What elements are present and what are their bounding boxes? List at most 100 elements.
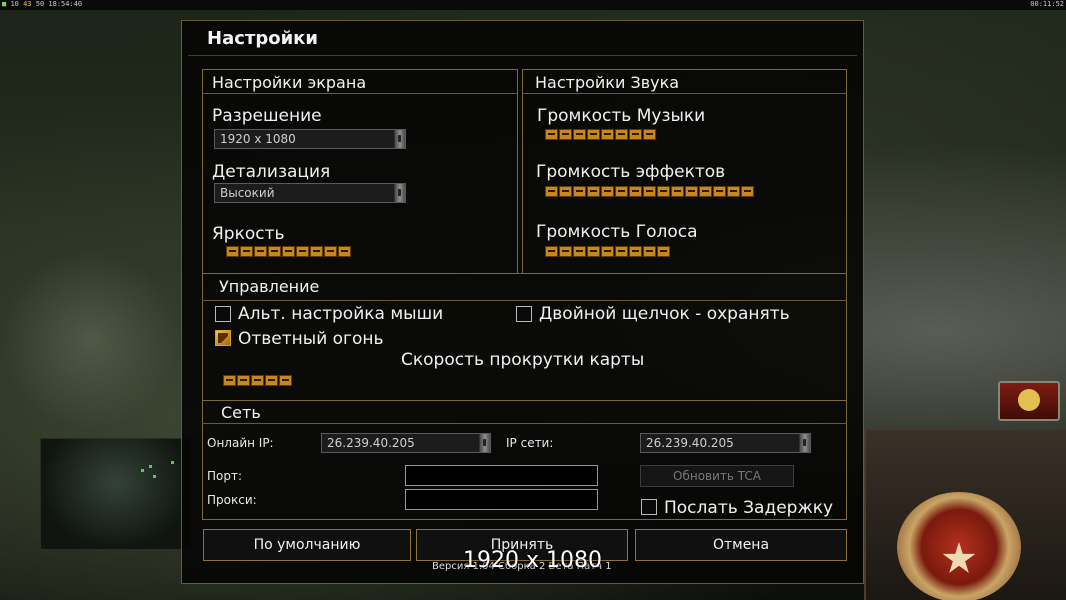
slider-segment[interactable]	[671, 186, 684, 197]
slider-segment[interactable]	[254, 246, 267, 257]
resolution-dropdown[interactable]: 1920 x 1080	[214, 129, 406, 149]
slider-segment[interactable]	[559, 246, 572, 257]
dropdown-arrow-icon[interactable]	[394, 130, 405, 148]
slider-segment[interactable]	[545, 186, 558, 197]
group-divider	[202, 423, 847, 424]
minimap-unit	[153, 475, 156, 478]
online-ip-label: Онлайн IP:	[207, 436, 274, 450]
slider-segment[interactable]	[237, 375, 250, 386]
terrain-haze	[0, 250, 180, 430]
scroll-speed-slider[interactable]	[223, 375, 292, 386]
lan-ip-value: 26.239.40.205	[646, 436, 734, 450]
return-fire-label: Ответный огонь	[238, 329, 384, 349]
minimap-unit	[149, 465, 152, 468]
slider-segment[interactable]	[685, 186, 698, 197]
send-delay-checkbox[interactable]	[641, 499, 657, 515]
send-delay-label: Послать Задержку	[664, 498, 834, 518]
slider-segment[interactable]	[643, 186, 656, 197]
music-volume-slider[interactable]	[545, 129, 656, 140]
slider-segment[interactable]	[559, 186, 572, 197]
alt-mouse-checkbox[interactable]	[215, 306, 231, 322]
slider-segment[interactable]	[601, 129, 614, 140]
hud-status-left: ■ 10 43 50 18:54:40	[2, 0, 83, 8]
slider-segment[interactable]	[545, 246, 558, 257]
slider-segment[interactable]	[338, 246, 351, 257]
slider-segment[interactable]	[643, 246, 656, 257]
slider-segment[interactable]	[587, 246, 600, 257]
slider-segment[interactable]	[573, 186, 586, 197]
slider-segment[interactable]	[324, 246, 337, 257]
update-tca-button[interactable]: Обновить TCA	[640, 465, 794, 487]
slider-segment[interactable]	[559, 129, 572, 140]
group-divider	[202, 93, 518, 94]
controls-title: Управление	[219, 277, 320, 296]
slider-segment[interactable]	[296, 246, 309, 257]
slider-segment[interactable]	[545, 129, 558, 140]
star-icon	[942, 542, 976, 573]
port-input[interactable]	[405, 465, 598, 486]
display-settings-title: Настройки экрана	[212, 73, 367, 92]
brightness-slider[interactable]	[226, 246, 351, 257]
slider-segment[interactable]	[713, 186, 726, 197]
defaults-button[interactable]: По умолчанию	[203, 529, 411, 561]
slider-segment[interactable]	[587, 186, 600, 197]
faction-emblem-small	[998, 381, 1060, 421]
star-icon	[1018, 389, 1040, 411]
slider-segment[interactable]	[265, 375, 278, 386]
double-click-label: Двойной щелчок - охранять	[539, 304, 790, 324]
cancel-button[interactable]: Отмена	[635, 529, 847, 561]
scroll-speed-label: Скорость прокрутки карты	[401, 350, 645, 370]
slider-segment[interactable]	[615, 129, 628, 140]
detail-label: Детализация	[212, 162, 331, 182]
hud-value: 50	[35, 0, 45, 8]
sound-settings-title: Настройки Звука	[535, 73, 680, 92]
slider-segment[interactable]	[741, 186, 754, 197]
hud-top-strip	[0, 0, 1066, 10]
network-title: Сеть	[221, 403, 261, 422]
slider-segment[interactable]	[282, 246, 295, 257]
return-fire-checkbox[interactable]	[215, 330, 231, 346]
slider-segment[interactable]	[251, 375, 264, 386]
minimap	[40, 438, 192, 550]
slider-segment[interactable]	[223, 375, 236, 386]
slider-segment[interactable]	[279, 375, 292, 386]
dropdown-arrow-icon[interactable]	[479, 434, 490, 452]
slider-segment[interactable]	[727, 186, 740, 197]
dropdown-arrow-icon[interactable]	[799, 434, 810, 452]
slider-segment[interactable]	[573, 246, 586, 257]
slider-segment[interactable]	[615, 186, 628, 197]
slider-segment[interactable]	[629, 129, 642, 140]
slider-segment[interactable]	[657, 186, 670, 197]
slider-segment[interactable]	[601, 186, 614, 197]
port-label: Порт:	[207, 469, 243, 483]
slider-segment[interactable]	[629, 186, 642, 197]
slider-segment[interactable]	[268, 246, 281, 257]
hud-clock-right: 00:11:52	[1030, 0, 1064, 8]
dialog-title: Настройки	[207, 28, 319, 49]
voice-volume-slider[interactable]	[545, 246, 670, 257]
slider-segment[interactable]	[240, 246, 253, 257]
slider-segment[interactable]	[226, 246, 239, 257]
title-divider	[188, 55, 857, 56]
hud-value: 43	[23, 0, 32, 8]
slider-segment[interactable]	[573, 129, 586, 140]
slider-segment[interactable]	[699, 186, 712, 197]
minimap-unit	[141, 469, 144, 472]
slider-segment[interactable]	[657, 246, 670, 257]
proxy-input[interactable]	[405, 489, 598, 510]
effects-volume-slider[interactable]	[545, 186, 754, 197]
slider-segment[interactable]	[629, 246, 642, 257]
slider-segment[interactable]	[601, 246, 614, 257]
resolution-value: 1920 x 1080	[220, 132, 296, 146]
effects-volume-label: Громкость эффектов	[536, 162, 726, 182]
lan-ip-dropdown[interactable]: 26.239.40.205	[640, 433, 811, 453]
music-volume-label: Громкость Музыки	[537, 106, 706, 126]
slider-segment[interactable]	[587, 129, 600, 140]
detail-dropdown[interactable]: Высокий	[214, 183, 406, 203]
slider-segment[interactable]	[643, 129, 656, 140]
double-click-checkbox[interactable]	[516, 306, 532, 322]
slider-segment[interactable]	[310, 246, 323, 257]
slider-segment[interactable]	[615, 246, 628, 257]
online-ip-dropdown[interactable]: 26.239.40.205	[321, 433, 491, 453]
dropdown-arrow-icon[interactable]	[394, 184, 405, 202]
